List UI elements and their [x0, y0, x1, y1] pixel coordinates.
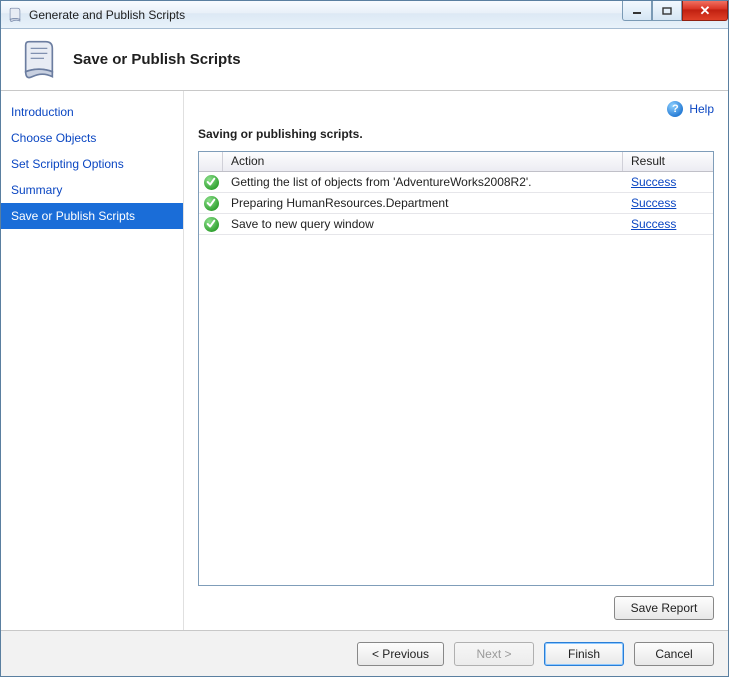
result-link[interactable]: Success [623, 175, 713, 189]
col-status [199, 152, 223, 171]
page-title: Save or Publish Scripts [73, 51, 241, 68]
status-cell [199, 175, 223, 190]
sidebar-item-set-scripting-options[interactable]: Set Scripting Options [1, 151, 183, 177]
wizard-window: Generate and Publish Scripts ✕ Save or P… [0, 0, 729, 677]
progress-grid: Action Result Getting the list of object… [198, 151, 714, 586]
sidebar-item-introduction[interactable]: Introduction [1, 99, 183, 125]
help-icon: ? [667, 101, 683, 117]
sidebar-item-summary[interactable]: Summary [1, 177, 183, 203]
grid-body: Getting the list of objects from 'Advent… [199, 172, 713, 585]
help-link[interactable]: Help [689, 102, 714, 116]
action-cell: Getting the list of objects from 'Advent… [223, 175, 623, 189]
script-icon [19, 38, 59, 82]
status-cell [199, 196, 223, 211]
previous-button[interactable]: < Previous [357, 642, 444, 666]
window-title: Generate and Publish Scripts [29, 8, 185, 22]
success-icon [204, 196, 219, 211]
titlebar: Generate and Publish Scripts ✕ [1, 1, 728, 29]
minimize-button[interactable] [622, 1, 652, 21]
help-row: ? Help [198, 99, 714, 119]
col-action: Action [223, 152, 623, 171]
action-cell: Preparing HumanResources.Department [223, 196, 623, 210]
wizard-main: ? Help Saving or publishing scripts. Act… [184, 91, 728, 630]
save-report-button[interactable]: Save Report [614, 596, 714, 620]
success-icon [204, 217, 219, 232]
grid-header: Action Result [199, 152, 713, 172]
result-link[interactable]: Success [623, 196, 713, 210]
next-button: Next > [454, 642, 534, 666]
action-cell: Save to new query window [223, 217, 623, 231]
close-button[interactable]: ✕ [682, 1, 728, 21]
maximize-button[interactable] [652, 1, 682, 21]
window-controls: ✕ [622, 1, 728, 21]
finish-button[interactable]: Finish [544, 642, 624, 666]
app-icon [7, 7, 23, 23]
status-cell [199, 217, 223, 232]
save-report-row: Save Report [198, 596, 714, 620]
wizard-body: IntroductionChoose ObjectsSet Scripting … [1, 91, 728, 630]
wizard-footer: < Previous Next > Finish Cancel [1, 630, 728, 676]
sidebar-item-save-or-publish-scripts[interactable]: Save or Publish Scripts [1, 203, 183, 229]
result-link[interactable]: Success [623, 217, 713, 231]
success-icon [204, 175, 219, 190]
wizard-header: Save or Publish Scripts [1, 29, 728, 91]
section-subheading: Saving or publishing scripts. [198, 127, 714, 141]
table-row: Save to new query windowSuccess [199, 214, 713, 235]
col-result: Result [623, 152, 713, 171]
wizard-sidebar: IntroductionChoose ObjectsSet Scripting … [1, 91, 184, 630]
sidebar-item-choose-objects[interactable]: Choose Objects [1, 125, 183, 151]
table-row: Getting the list of objects from 'Advent… [199, 172, 713, 193]
table-row: Preparing HumanResources.DepartmentSucce… [199, 193, 713, 214]
cancel-button[interactable]: Cancel [634, 642, 714, 666]
